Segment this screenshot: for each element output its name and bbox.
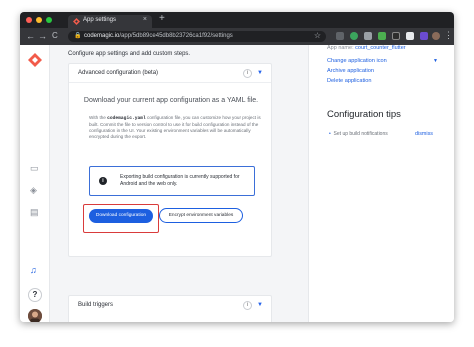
page-intro: Configure app settings and add custom st… bbox=[68, 51, 191, 57]
new-tab-button[interactable]: + bbox=[159, 13, 165, 24]
info-circle-icon: i bbox=[99, 177, 107, 185]
minimize-window-button[interactable] bbox=[36, 17, 42, 23]
desc-before: With the bbox=[89, 115, 108, 120]
extension-icon[interactable] bbox=[406, 32, 414, 40]
url-input[interactable]: 🔒 codemagic.io/app/5db89ce45db8b23726ca1… bbox=[68, 31, 326, 42]
app-name: App name: court_counter_flutter bbox=[327, 45, 406, 51]
back-button[interactable]: ← bbox=[26, 31, 35, 41]
tab-close-icon[interactable]: × bbox=[143, 16, 147, 23]
chevron-down-icon[interactable]: ▼ bbox=[257, 70, 263, 76]
change-application-icon-link[interactable]: Change application icon bbox=[327, 58, 387, 64]
url-text: codemagic.io/app/5db89ce45db8b23726ca1f9… bbox=[84, 33, 233, 39]
tab-app-settings[interactable]: App settings × bbox=[68, 15, 152, 28]
codemagic-logo-icon[interactable] bbox=[28, 53, 42, 67]
extension-icon[interactable] bbox=[420, 32, 428, 40]
advanced-configuration-card: Advanced configuration (beta) i ▼ Downlo… bbox=[68, 63, 272, 257]
tip-item[interactable]: • Set up build notifications bbox=[329, 131, 388, 137]
tab-title: App settings bbox=[83, 17, 117, 23]
info-icon[interactable]: i bbox=[243, 301, 252, 310]
card-header[interactable]: Advanced configuration (beta) i ▼ bbox=[69, 64, 271, 83]
tip-label: Set up build notifications bbox=[333, 131, 388, 137]
dismiss-link[interactable]: dismiss bbox=[415, 131, 433, 137]
url-path: /app/5db89ce45db8b23726ca1f92/settings bbox=[119, 33, 233, 39]
delete-application-link[interactable]: Delete application bbox=[327, 78, 371, 84]
card-title: Build triggers bbox=[78, 302, 114, 308]
user-avatar[interactable] bbox=[28, 309, 42, 322]
lock-icon: 🔒 bbox=[74, 33, 82, 39]
extension-icon[interactable] bbox=[336, 32, 344, 40]
notifications-bell-icon[interactable]: ♫ bbox=[30, 265, 37, 275]
app-info-panel: App name: court_counter_flutter Change a… bbox=[308, 45, 454, 322]
address-bar: ← → C 🔒 codemagic.io/app/5db89ce45db8b23… bbox=[20, 28, 454, 45]
app-name-label: App name: bbox=[327, 45, 354, 51]
profile-avatar-icon[interactable] bbox=[432, 32, 440, 40]
maximize-window-button[interactable] bbox=[46, 17, 52, 23]
encrypt-environment-variables-button[interactable]: Encrypt environment variables bbox=[159, 208, 243, 223]
main-content: Configure app settings and add custom st… bbox=[50, 45, 308, 322]
codemagic-favicon-icon bbox=[73, 18, 80, 25]
info-icon[interactable]: i bbox=[243, 69, 252, 78]
reload-button[interactable]: C bbox=[52, 31, 58, 40]
card-header[interactable]: Build triggers i ▼ bbox=[69, 296, 271, 316]
app-name-value[interactable]: court_counter_flutter bbox=[355, 45, 405, 51]
extension-icon[interactable] bbox=[364, 32, 372, 40]
docs-icon[interactable]: ▤ bbox=[30, 207, 39, 218]
yaml-description: With the codemagic.yaml configuration fi… bbox=[89, 115, 261, 140]
download-lead-text: Download your current app configuration … bbox=[83, 97, 259, 104]
layers-icon[interactable]: ◈ bbox=[30, 185, 37, 196]
more-menu-icon[interactable]: ⋮ bbox=[444, 30, 453, 41]
bookmark-star-icon[interactable]: ☆ bbox=[314, 31, 321, 40]
build-triggers-card: Build triggers i ▼ bbox=[68, 295, 272, 322]
extension-icon[interactable] bbox=[392, 32, 400, 40]
chevron-down-icon[interactable]: ▼ bbox=[433, 58, 438, 64]
browser-window: App settings × + ← → C 🔒 codemagic.io/ap… bbox=[20, 12, 454, 322]
forward-button[interactable]: → bbox=[38, 31, 47, 41]
close-window-button[interactable] bbox=[26, 17, 32, 23]
tab-bar: App settings × + bbox=[20, 12, 454, 28]
help-button[interactable]: ? bbox=[28, 288, 42, 302]
app-sidebar: ▭ ◈ ▤ ♫ ? bbox=[20, 45, 50, 322]
card-title: Advanced configuration (beta) bbox=[78, 70, 159, 76]
extension-icon[interactable] bbox=[350, 32, 358, 40]
yaml-filename: codemagic.yaml bbox=[107, 116, 146, 121]
url-host: codemagic.io bbox=[84, 33, 120, 39]
chevron-down-icon[interactable]: ▼ bbox=[257, 302, 263, 308]
builds-icon[interactable]: ▭ bbox=[30, 163, 39, 174]
avatar-image bbox=[28, 309, 42, 322]
export-notice: i Exporting build configuration is curre… bbox=[89, 166, 255, 196]
configuration-tips-title: Configuration tips bbox=[327, 109, 401, 120]
download-configuration-button[interactable]: Download configuration bbox=[89, 209, 153, 223]
bullet-icon: • bbox=[329, 131, 331, 137]
archive-application-link[interactable]: Archive application bbox=[327, 68, 374, 74]
extension-icon[interactable] bbox=[378, 32, 386, 40]
notice-text: Exporting build configuration is current… bbox=[120, 174, 240, 187]
